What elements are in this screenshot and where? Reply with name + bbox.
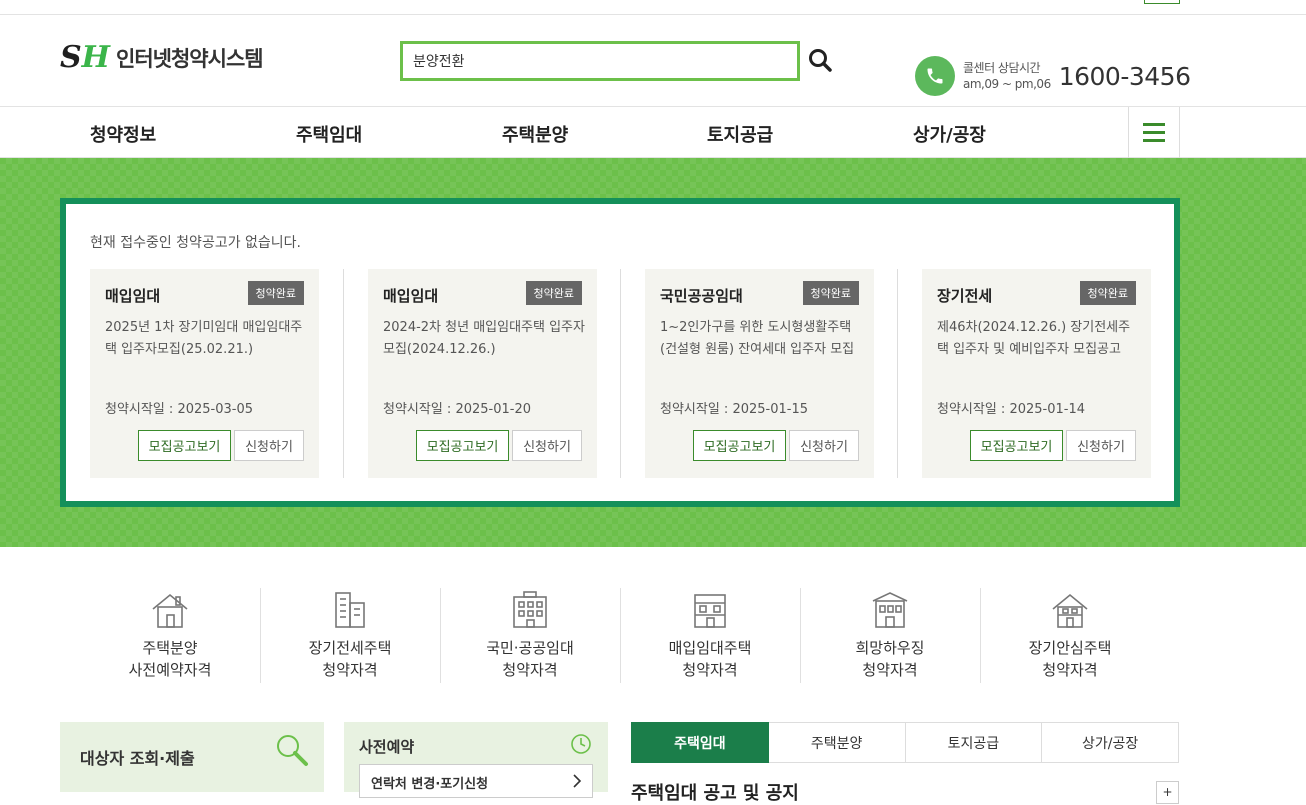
dormitory-icon bbox=[800, 585, 980, 629]
card-start-date: 청약시작일 : 2025-01-20 bbox=[383, 402, 531, 417]
nav-item-commercial[interactable]: 상가/공장 bbox=[913, 121, 986, 147]
quick-link-label: 매입임대주택 청약자격 bbox=[668, 639, 752, 679]
quick-link-purchase-rental[interactable]: 매입임대주택 청약자격 bbox=[620, 585, 800, 685]
quick-link-label: 장기안심주택 청약자격 bbox=[1028, 639, 1112, 679]
building-icon bbox=[440, 585, 620, 629]
nav-item-land[interactable]: 토지공급 bbox=[707, 121, 773, 147]
quick-link-hope-housing[interactable]: 희망하우징 청약자격 bbox=[800, 585, 980, 685]
card-title: 매입임대 bbox=[105, 287, 161, 305]
card-divider bbox=[343, 269, 344, 478]
more-button[interactable]: + bbox=[1156, 781, 1179, 804]
status-badge: 청약완료 bbox=[802, 281, 859, 305]
main-nav: 청약정보 주택임대 주택분양 토지공급 상가/공장 bbox=[0, 107, 1306, 158]
search-input[interactable] bbox=[403, 44, 797, 78]
announcement-tabs: 주택임대 주택분양 토지공급 상가/공장 bbox=[631, 722, 1179, 763]
quick-link-label: 국민·공공임대 청약자격 bbox=[486, 639, 574, 679]
apartment-icon bbox=[260, 585, 440, 629]
nav-item-sale[interactable]: 주택분양 bbox=[502, 121, 568, 147]
header: SH 인터넷청약시스템 콜센터 상담시간 am,09 ~ pm,06 1600-… bbox=[0, 15, 1306, 107]
pre-reservation-title: 사전예약 bbox=[359, 738, 415, 756]
target-lookup-box[interactable]: 대상자 조회·제출 bbox=[60, 722, 324, 792]
apply-button[interactable]: 신청하기 bbox=[789, 430, 859, 461]
status-badge: 청약완료 bbox=[247, 281, 304, 305]
announcement-card: 매입임대 청약완료 2024-2차 청년 매입임대주택 입주자모집(2024.1… bbox=[368, 269, 597, 478]
tab-rental[interactable]: 주택임대 bbox=[631, 722, 769, 763]
search-box bbox=[400, 41, 800, 81]
quick-link-label: 희망하우징 청약자격 bbox=[855, 639, 925, 679]
card-start-date: 청약시작일 : 2025-01-14 bbox=[937, 402, 1085, 417]
callcenter-label: 콜센터 상담시간 bbox=[963, 61, 1041, 75]
announcement-banner: 현재 접수중인 청약공고가 없습니다. 매입임대 청약완료 2025년 1차 장… bbox=[0, 158, 1306, 547]
top-utility-bar bbox=[0, 0, 1306, 15]
magnifier-icon bbox=[277, 735, 308, 766]
contact-change-label: 연락처 변경·포기신청 bbox=[371, 777, 489, 792]
card-title: 국민공공임대 bbox=[660, 287, 743, 305]
announcement-card: 국민공공임대 청약완료 1~2인가구를 위한 도시형생활주택(건설형 원룸) 잔… bbox=[645, 269, 874, 478]
clock-icon bbox=[571, 734, 591, 754]
card-description[interactable]: 2024-2차 청년 매입임대주택 입주자모집(2024.12.26.) bbox=[383, 317, 588, 361]
quick-link-long-term-jeonse[interactable]: 장기전세주택 청약자격 bbox=[260, 585, 440, 685]
pre-reservation-box: 사전예약 연락처 변경·포기신청 bbox=[344, 722, 608, 798]
home-icon bbox=[980, 585, 1160, 629]
announcement-panel: 현재 접수중인 청약공고가 없습니다. 매입임대 청약완료 2025년 1차 장… bbox=[60, 198, 1180, 507]
view-notice-button[interactable]: 모집공고보기 bbox=[416, 430, 509, 461]
hamburger-menu-icon[interactable] bbox=[1128, 107, 1180, 158]
logo-mark: SH bbox=[60, 40, 111, 75]
quick-link-sale-pre-reservation[interactable]: 주택분양 사전예약자격 bbox=[80, 585, 260, 685]
card-description[interactable]: 제46차(2024.12.26.) 장기전세주택 입주자 및 예비입주자 모집공… bbox=[937, 317, 1142, 361]
card-title: 매입임대 bbox=[383, 287, 439, 305]
quick-link-label: 장기전세주택 청약자격 bbox=[308, 639, 392, 679]
announcement-card: 장기전세 청약완료 제46차(2024.12.26.) 장기전세주택 입주자 및… bbox=[922, 269, 1151, 478]
tab-sale[interactable]: 주택분양 bbox=[768, 722, 906, 763]
apply-button[interactable]: 신청하기 bbox=[234, 430, 304, 461]
card-start-date: 청약시작일 : 2025-03-05 bbox=[105, 402, 253, 417]
view-notice-button[interactable]: 모집공고보기 bbox=[693, 430, 786, 461]
callcenter-hours: am,09 ~ pm,06 bbox=[963, 77, 1051, 91]
status-badge: 청약완료 bbox=[525, 281, 582, 305]
view-notice-button[interactable]: 모집공고보기 bbox=[138, 430, 231, 461]
callcenter-number: 1600-3456 bbox=[1058, 61, 1191, 91]
quick-links: 주택분양 사전예약자격 장기전세주택 청약자격 국민·공공임대 청약자격 매입임대주택… bbox=[80, 585, 1160, 685]
card-title: 장기전세 bbox=[937, 287, 993, 305]
card-divider bbox=[897, 269, 898, 478]
apply-button[interactable]: 신청하기 bbox=[1066, 430, 1136, 461]
status-badge: 청약완료 bbox=[1079, 281, 1136, 305]
view-notice-button[interactable]: 모집공고보기 bbox=[970, 430, 1063, 461]
target-lookup-title: 대상자 조회·제출 bbox=[80, 749, 195, 768]
search-button[interactable] bbox=[805, 44, 835, 76]
quick-link-public-rental[interactable]: 국민·공공임대 청약자격 bbox=[440, 585, 620, 685]
logo-text: 인터넷청약시스템 bbox=[116, 47, 264, 71]
search-icon bbox=[809, 49, 832, 72]
card-start-date: 청약시작일 : 2025-01-15 bbox=[660, 402, 808, 417]
callcenter: 콜센터 상담시간 am,09 ~ pm,06 1600-3456 bbox=[915, 56, 1191, 96]
chevron-right-icon bbox=[573, 774, 582, 788]
tab-commercial[interactable]: 상가/공장 bbox=[1042, 722, 1179, 763]
card-description[interactable]: 2025년 1차 장기미임대 매입임대주택 입주자모집(25.02.21.) bbox=[105, 317, 310, 361]
phone-icon bbox=[915, 56, 955, 96]
tab-land[interactable]: 토지공급 bbox=[905, 722, 1043, 763]
section-title: 주택임대 공고 및 공지 bbox=[631, 783, 799, 804]
card-description[interactable]: 1~2인가구를 위한 도시형생활주택(건설형 원룸) 잔여세대 입주자 모집 bbox=[660, 317, 865, 361]
card-divider bbox=[620, 269, 621, 478]
house-icon bbox=[80, 585, 260, 629]
callcenter-info: 콜센터 상담시간 am,09 ~ pm,06 bbox=[963, 60, 1051, 92]
row-house-icon bbox=[620, 585, 800, 629]
announcement-card: 매입임대 청약완료 2025년 1차 장기미임대 매입임대주택 입주자모집(25… bbox=[90, 269, 319, 478]
no-open-notice: 현재 접수중인 청약공고가 없습니다. bbox=[90, 235, 301, 251]
contact-change-link[interactable]: 연락처 변경·포기신청 bbox=[359, 764, 593, 798]
quick-link-label: 주택분양 사전예약자격 bbox=[128, 639, 212, 679]
utility-button[interactable] bbox=[1144, 0, 1180, 4]
logo[interactable]: SH 인터넷청약시스템 bbox=[60, 40, 264, 75]
nav-item-rental[interactable]: 주택임대 bbox=[296, 121, 362, 147]
nav-item-subscription-info[interactable]: 청약정보 bbox=[90, 121, 156, 147]
quick-link-long-term-safe-housing[interactable]: 장기안심주택 청약자격 bbox=[980, 585, 1160, 685]
apply-button[interactable]: 신청하기 bbox=[512, 430, 582, 461]
